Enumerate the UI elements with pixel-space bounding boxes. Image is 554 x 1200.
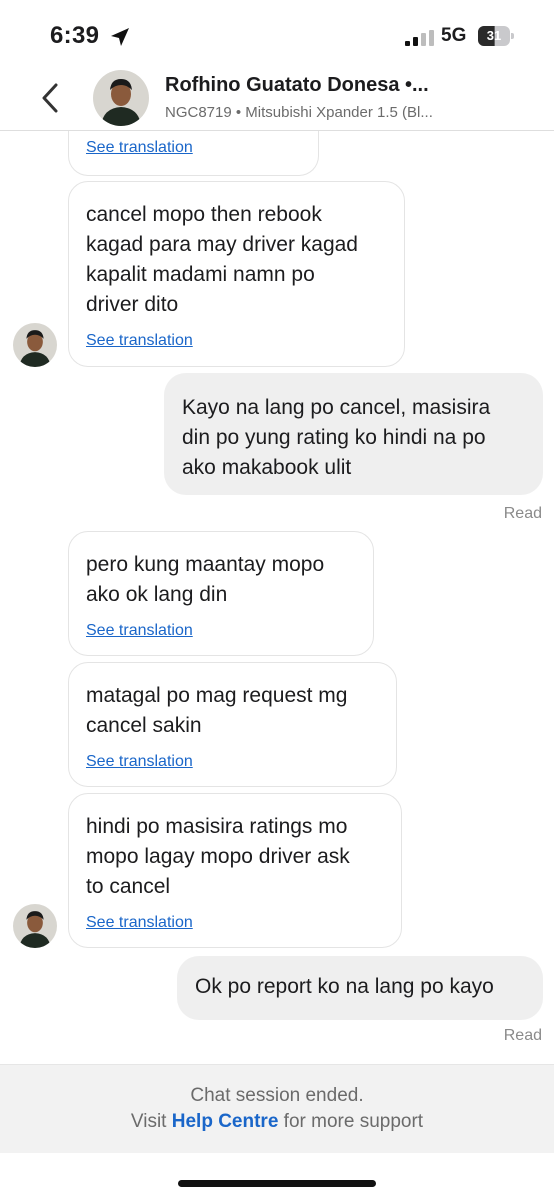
see-translation-link[interactable]: See translation xyxy=(86,139,193,157)
battery-icon: 31 xyxy=(478,26,514,46)
sender-avatar xyxy=(13,323,57,367)
help-centre-link[interactable]: Help Centre xyxy=(172,1111,279,1132)
sender-avatar xyxy=(13,904,57,948)
see-translation-link[interactable]: See translation xyxy=(86,332,193,350)
message-text: pero kung maantay mopo ako ok lang din xyxy=(86,553,325,606)
network-type: 5G xyxy=(441,25,467,46)
visit-suffix: for more support xyxy=(283,1111,424,1132)
vehicle-info: NGC8719 • Mitsubishi Xpander 1.5 (Bl... xyxy=(165,104,433,121)
message-bubble-incoming: pero kung maantay mopo ako ok lang din S… xyxy=(68,531,374,656)
back-arrow-icon[interactable] xyxy=(36,80,66,116)
driver-avatar[interactable] xyxy=(93,70,149,126)
message-text: cancel mopo then rebook kagad para may d… xyxy=(86,203,358,316)
chat-header: Rofhino Guatato Donesa •... NGC8719 • Mi… xyxy=(0,66,554,131)
location-arrow-icon xyxy=(111,28,129,46)
message-bubble-incoming: matagal po mag request mg cancel sakin S… xyxy=(68,662,397,787)
message-bubble-outgoing: Ok po report ko na lang po kayo xyxy=(177,956,543,1020)
message-bubble-incoming: cancel mopo then rebook kagad para may d… xyxy=(68,181,405,367)
see-translation-link[interactable]: See translation xyxy=(86,753,193,771)
message-text: Ok po report ko na lang po kayo xyxy=(195,975,494,998)
chat-ended-banner: Chat session ended. Visit Help Centre fo… xyxy=(0,1064,554,1153)
clock: 6:39 xyxy=(50,22,100,49)
read-receipt: Read xyxy=(503,505,542,522)
status-bar: 6:39 5G 31 xyxy=(0,0,554,74)
help-line: Visit Help Centre for more support xyxy=(0,1111,554,1133)
see-translation-link[interactable]: See translation xyxy=(86,914,193,932)
battery-level: 31 xyxy=(486,28,502,43)
message-text: hindi po masisira ratings mo mopo lagay … xyxy=(86,815,350,898)
driver-name: Rofhino Guatato Donesa •... xyxy=(165,74,429,96)
home-indicator[interactable] xyxy=(178,1180,376,1187)
see-translation-link[interactable]: See translation xyxy=(86,622,193,640)
read-receipt: Read xyxy=(503,1027,542,1044)
message-bubble-incoming: hindi po masisira ratings mo mopo lagay … xyxy=(68,793,402,948)
message-bubble-outgoing: Kayo na lang po cancel, masisira din po … xyxy=(164,373,543,495)
visit-prefix: Visit xyxy=(130,1111,167,1132)
chat-ended-text: Chat session ended. xyxy=(190,1085,364,1106)
message-text: Kayo na lang po cancel, masisira din po … xyxy=(182,396,491,479)
message-text: matagal po mag request mg cancel sakin xyxy=(86,684,348,737)
cellular-signal-icon xyxy=(405,30,434,46)
